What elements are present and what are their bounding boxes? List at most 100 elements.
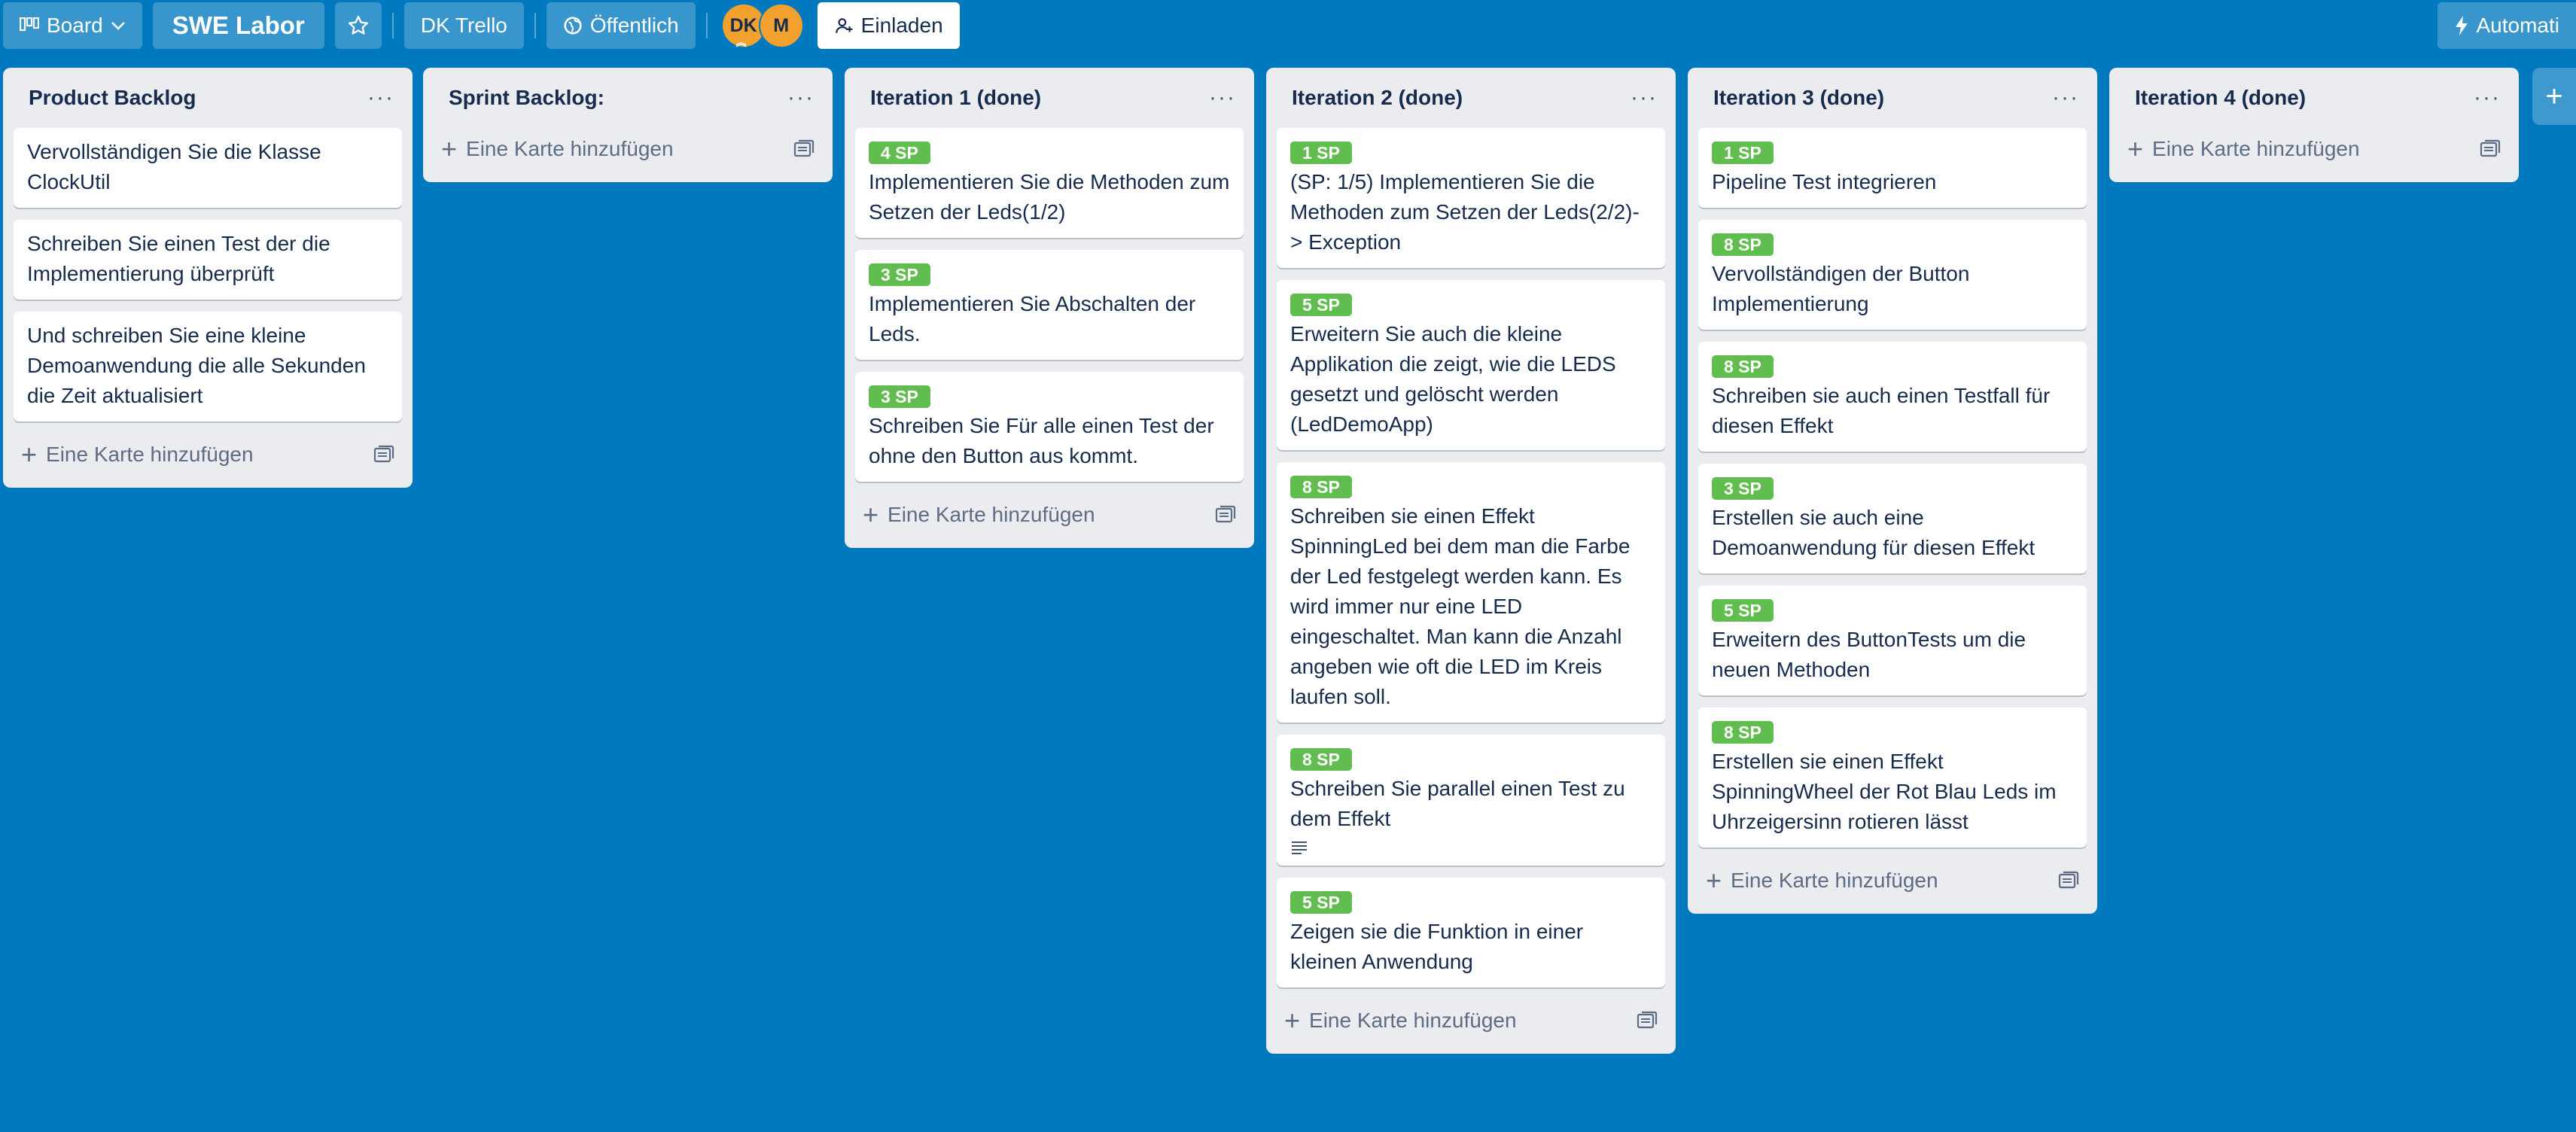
star-button[interactable] [334,2,382,49]
card[interactable]: 3 SP Implementieren Sie Abschalten der Le… [855,250,1244,360]
add-card-label: Eine Karte hinzufügen [1309,1009,1517,1032]
board-view-label: Board [47,14,103,37]
card-title: Schreiben sie einen Effekt SpinningLed b… [1290,504,1631,708]
list-header[interactable]: Sprint Backlog: ··· [434,68,822,128]
card[interactable]: Schreiben Sie einen Test der die Impleme… [14,220,402,300]
story-points-label[interactable]: 8 SP [1712,721,1774,744]
list-title[interactable]: Iteration 3 (done) [1713,86,1884,110]
star-icon [348,15,368,35]
card-title: Zeigen sie die Funktion in einer kleinen… [1290,920,1584,973]
invite-button[interactable]: Einladen [817,2,960,49]
card[interactable]: 3 SP Erstellen sie auch eine Demoanwendun… [1698,464,2087,574]
card[interactable]: 1 SP (SP: 1/5) Implementieren Sie die Met… [1277,128,1665,268]
list-title[interactable]: Product Backlog [29,86,196,110]
card[interactable]: 5 SP Erweitern des ButtonTests um die neu… [1698,586,2087,695]
plus-icon: + [1706,865,1722,896]
card[interactable]: 5 SP Erweitern Sie auch die kleine Applik… [1277,280,1665,450]
ellipsis-icon[interactable]: ··· [2048,85,2084,111]
story-points-label[interactable]: 3 SP [869,263,930,286]
add-card-row: + Eine Karte hinzufügen [1698,860,2087,902]
lightning-icon [2455,16,2468,35]
story-points-label[interactable]: 5 SP [1712,599,1774,622]
workspace-button[interactable]: DK Trello [403,2,524,49]
card[interactable]: 8 SP Schreiben sie einen Effekt SpinningL… [1277,462,1665,723]
ellipsis-icon[interactable]: ··· [1626,85,1662,111]
story-points-label[interactable]: 8 SP [1290,476,1352,498]
card-template-icon[interactable] [793,139,815,159]
list-header[interactable]: Iteration 4 (done) ··· [2120,68,2508,128]
list: Sprint Backlog: ··· + Eine Karte hinzufügen [423,68,833,182]
globe-icon [564,17,582,35]
ellipsis-icon[interactable]: ··· [363,85,399,111]
add-card-button[interactable]: + Eine Karte hinzufügen [2127,135,2360,163]
header-divider [705,13,708,38]
card-title: Erstellen sie einen Effekt SpinningWheel… [1712,750,2057,833]
ellipsis-icon[interactable]: ··· [783,85,819,111]
ellipsis-icon[interactable]: ··· [2469,85,2505,111]
card-title: Erstellen sie auch eine Demoanwendung fü… [1712,506,2036,559]
card-title: Schreiben Sie Für alle einen Test der oh… [869,414,1214,467]
card-title: Implementieren Sie Abschalten der Leds. [869,292,1196,345]
admin-chevron-icon: ︽ [735,36,747,48]
card-template-icon[interactable] [2058,871,2079,890]
card[interactable]: 4 SP Implementieren Sie die Methoden zum … [855,128,1244,238]
list: Iteration 3 (done) ··· 1 SP Pipeline Test i… [1688,68,2097,914]
automation-button[interactable]: Automati [2437,2,2576,49]
list-title[interactable]: Sprint Backlog: [449,86,604,110]
card[interactable]: 5 SP Zeigen sie die Funktion in einer kle… [1277,878,1665,987]
card-template-icon[interactable] [373,445,394,464]
card[interactable]: 3 SP Schreiben Sie Für alle einen Test de… [855,372,1244,482]
list-title[interactable]: Iteration 4 (done) [2135,86,2306,110]
list-header[interactable]: Product Backlog ··· [14,68,402,128]
list: Iteration 4 (done) ··· + Eine Karte hinzufü… [2109,68,2519,182]
add-list-button[interactable]: + [2532,68,2576,125]
add-card-button[interactable]: + Eine Karte hinzufügen [21,441,254,468]
avatar[interactable]: M [758,3,804,48]
list-title[interactable]: Iteration 1 (done) [870,86,1041,110]
add-card-button[interactable]: + Eine Karte hinzufügen [1706,867,1938,894]
card-template-icon[interactable] [1215,505,1236,525]
card-title: Erweitern Sie auch die kleine Applikatio… [1290,322,1616,436]
header-divider [391,13,394,38]
list-header[interactable]: Iteration 3 (done) ··· [1698,68,2087,128]
card[interactable]: 8 SP Schreiben sie auch einen Testfall fü… [1698,342,2087,452]
card[interactable]: 8 SP Vervollständigen der Button Implemen… [1698,220,2087,330]
card-template-icon[interactable] [1637,1011,1658,1030]
card[interactable]: 1 SP Pipeline Test integrieren [1698,128,2087,208]
story-points-label[interactable]: 5 SP [1290,891,1352,914]
list: Product Backlog ··· Vervollständigen Sie d… [3,68,413,488]
add-card-button[interactable]: + Eine Karte hinzufügen [441,135,674,163]
add-card-button[interactable]: + Eine Karte hinzufügen [1284,1007,1517,1034]
add-card-button[interactable]: + Eine Karte hinzufügen [863,501,1095,528]
board-view-switcher[interactable]: Board [3,2,142,49]
card-template-icon[interactable] [2480,139,2501,159]
list-header[interactable]: Iteration 1 (done) ··· [855,68,1244,128]
header-divider [534,13,536,38]
story-points-label[interactable]: 1 SP [1712,142,1774,164]
list-title[interactable]: Iteration 2 (done) [1292,86,1463,110]
card[interactable]: 8 SP Erstellen sie einen Effekt SpinningW… [1698,708,2087,847]
card[interactable]: Und schreiben Sie eine kleine Demoanwend… [14,312,402,421]
card[interactable]: Vervollständigen Sie die Klasse ClockUti… [14,128,402,208]
add-card-label: Eine Karte hinzufügen [1731,869,1938,892]
card-title: (SP: 1/5) Implementieren Sie die Methode… [1290,170,1640,254]
story-points-label[interactable]: 5 SP [1290,294,1352,316]
add-card-label: Eine Karte hinzufügen [888,503,1095,526]
story-points-label[interactable]: 8 SP [1290,748,1352,771]
card-title: Und schreiben Sie eine kleine Demoanwend… [27,324,366,407]
ellipsis-icon[interactable]: ··· [1204,85,1241,111]
story-points-label[interactable]: 3 SP [869,385,930,408]
invite-label: Einladen [860,14,943,37]
member-avatars: DK ︽ M [720,3,804,48]
card-title: Schreiben sie auch einen Testfall für di… [1712,384,2051,437]
board-title[interactable]: SWE Labor [152,2,324,49]
story-points-label[interactable]: 8 SP [1712,355,1774,378]
story-points-label[interactable]: 4 SP [869,142,930,164]
story-points-label[interactable]: 8 SP [1712,233,1774,256]
card[interactable]: 8 SP Schreiben Sie parallel einen Test zu… [1277,735,1665,866]
visibility-button[interactable]: Öffentlich [546,2,696,49]
story-points-label[interactable]: 1 SP [1290,142,1352,164]
add-card-label: Eine Karte hinzufügen [466,137,674,160]
story-points-label[interactable]: 3 SP [1712,477,1774,500]
list-header[interactable]: Iteration 2 (done) ··· [1277,68,1665,128]
